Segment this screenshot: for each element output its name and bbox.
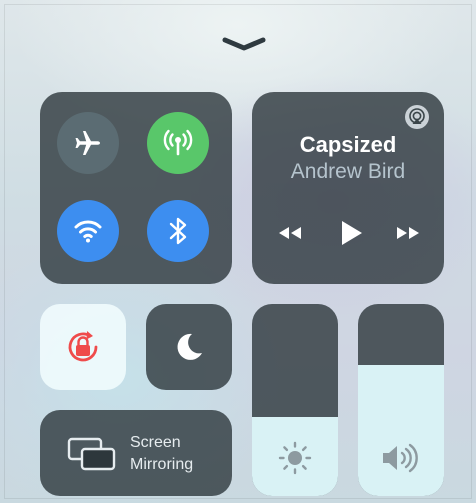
rewind-icon	[279, 227, 301, 239]
chevron-down-icon	[222, 37, 266, 51]
dismiss-handle[interactable]	[221, 36, 267, 52]
cellular-data-toggle[interactable]	[147, 112, 209, 174]
moon-icon	[177, 333, 202, 360]
wifi-toggle[interactable]	[57, 200, 119, 262]
do-not-disturb-toggle[interactable]	[146, 304, 232, 390]
brightness-slider[interactable]	[252, 304, 338, 496]
screen-mirroring-label-line1: Screen	[130, 434, 181, 451]
airplane-mode-toggle[interactable]	[57, 112, 119, 174]
bluetooth-icon	[169, 217, 187, 245]
screen-mirroring-button[interactable]: Screen Mirroring	[40, 410, 232, 496]
airplay-icon	[405, 105, 429, 129]
now-playing-module: Capsized Andrew Bird	[252, 92, 444, 284]
fast-forward-icon	[397, 227, 419, 239]
volume-icon-wrap	[358, 438, 444, 478]
play-icon	[342, 221, 362, 245]
fast-forward-button[interactable]	[392, 217, 426, 249]
volume-slider[interactable]	[358, 304, 444, 496]
antenna-icon	[163, 129, 193, 156]
rewind-button[interactable]	[272, 217, 306, 249]
rotation-lock-toggle[interactable]	[40, 304, 126, 390]
airplay-button[interactable]	[404, 104, 430, 130]
speaker-icon	[383, 443, 418, 473]
song-title: Capsized	[299, 132, 397, 157]
brightness-icon-wrap	[252, 438, 338, 478]
bluetooth-toggle[interactable]	[147, 200, 209, 262]
airplane-icon	[75, 131, 100, 155]
screen-mirroring-icon	[67, 437, 116, 471]
sun-icon	[278, 441, 312, 475]
screen-mirroring-label: Screen Mirroring	[130, 432, 193, 476]
song-artist: Andrew Bird	[290, 160, 406, 183]
rotation-lock-icon	[68, 331, 98, 362]
wifi-icon	[74, 220, 102, 243]
connectivity-module	[40, 92, 232, 284]
playback-controls	[252, 217, 444, 249]
screen-mirroring-label-line2: Mirroring	[130, 456, 194, 473]
play-button[interactable]	[334, 217, 368, 249]
